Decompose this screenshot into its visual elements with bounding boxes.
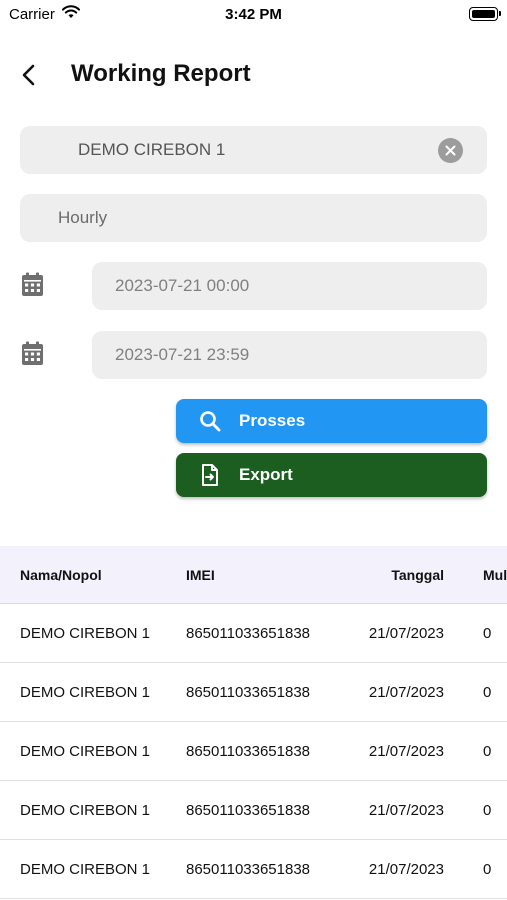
- cell-mulai: 0: [483, 801, 492, 819]
- cell-mulai: 0: [483, 683, 492, 701]
- cell-nama: DEMO CIREBON 1: [20, 801, 151, 819]
- vehicle-value: DEMO CIREBON 1: [78, 140, 226, 159]
- period-value: Hourly: [58, 208, 108, 227]
- cell-nama: DEMO CIREBON 1: [20, 683, 151, 701]
- back-arrow-icon: [22, 64, 35, 86]
- vehicle-select[interactable]: DEMO CIREBON 1: [20, 126, 487, 174]
- table-row[interactable]: DEMO CIREBON 1 865011033651838 21/07/202…: [0, 604, 507, 663]
- table-row[interactable]: DEMO CIREBON 1 865011033651838 21/07/202…: [0, 663, 507, 722]
- cell-imei: 865011033651838: [186, 801, 311, 819]
- cell-tanggal: 21/07/2023: [368, 801, 444, 819]
- cell-mulai: 0: [483, 624, 492, 642]
- column-header-imei[interactable]: IMEI: [186, 546, 215, 603]
- search-icon: [200, 411, 221, 432]
- start-date-field[interactable]: 2023-07-21 00:00: [92, 262, 487, 310]
- back-button[interactable]: [14, 60, 44, 90]
- export-button-label: Export: [239, 465, 293, 484]
- cell-mulai: 0: [483, 860, 492, 878]
- column-header-nama[interactable]: Nama/Nopol: [20, 546, 102, 603]
- cell-tanggal: 21/07/2023: [368, 683, 444, 701]
- end-date-field[interactable]: 2023-07-21 23:59: [92, 331, 487, 379]
- app-header: Working Report: [0, 52, 507, 98]
- cell-tanggal: 21/07/2023: [368, 860, 444, 878]
- page-title: Working Report: [71, 60, 251, 87]
- report-table[interactable]: Nama/Nopol IMEI Tanggal Mul DEMO CIREBON…: [0, 546, 507, 900]
- cell-nama: DEMO CIREBON 1: [20, 742, 151, 760]
- battery-icon: [469, 7, 501, 21]
- column-header-tanggal[interactable]: Tanggal: [340, 546, 444, 603]
- start-date-value: 2023-07-21 00:00: [115, 276, 250, 295]
- cell-mulai: 0: [483, 742, 492, 760]
- calendar-icon[interactable]: [21, 272, 44, 302]
- cell-imei: 865011033651838: [186, 860, 311, 878]
- cell-imei: 865011033651838: [186, 742, 311, 760]
- table-row[interactable]: DEMO CIREBON 1 865011033651838 21/07/202…: [0, 781, 507, 840]
- table-header: Nama/Nopol IMEI Tanggal Mul: [0, 546, 507, 604]
- process-button-label: Prosses: [239, 411, 306, 430]
- process-button[interactable]: Prosses: [176, 399, 487, 443]
- file-export-icon: [202, 464, 218, 486]
- clear-icon[interactable]: [438, 138, 463, 163]
- cell-tanggal: 21/07/2023: [368, 742, 444, 760]
- status-bar: Carrier 3:42 PM: [0, 0, 507, 30]
- cell-tanggal: 21/07/2023: [368, 624, 444, 642]
- cell-imei: 865011033651838: [186, 624, 311, 642]
- cell-nama: DEMO CIREBON 1: [20, 860, 151, 878]
- calendar-icon[interactable]: [21, 341, 44, 371]
- table-row[interactable]: DEMO CIREBON 1 865011033651838 21/07/202…: [0, 722, 507, 781]
- table-row[interactable]: DEMO CIREBON 1 865011033651838 21/07/202…: [0, 840, 507, 899]
- cell-imei: 865011033651838: [186, 683, 311, 701]
- export-button[interactable]: Export: [176, 453, 487, 497]
- cell-nama: DEMO CIREBON 1: [20, 624, 151, 642]
- period-select[interactable]: Hourly: [20, 194, 487, 242]
- column-header-mulai[interactable]: Mul: [483, 546, 507, 603]
- clock: 3:42 PM: [225, 6, 282, 23]
- end-date-value: 2023-07-21 23:59: [115, 345, 250, 364]
